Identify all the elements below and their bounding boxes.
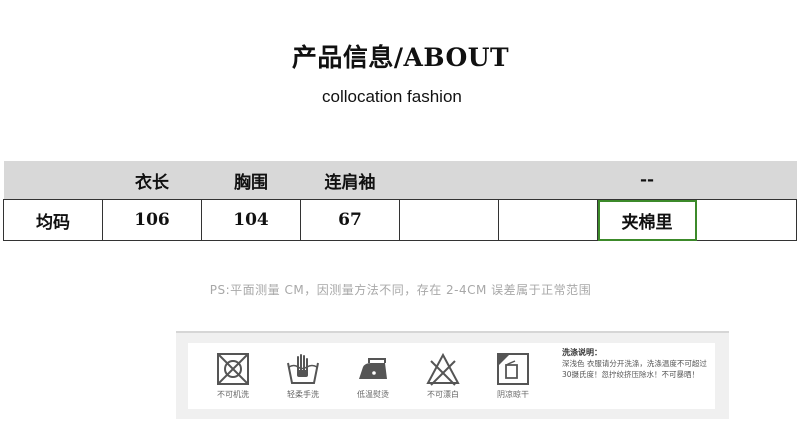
care-label: 轻柔手洗	[287, 390, 319, 399]
page-subtitle: collocation fashion	[322, 87, 462, 106]
low-temp-iron-icon	[359, 358, 387, 379]
care-item: 不可机洗	[202, 351, 264, 400]
table-cell-selected[interactable]: 夹棉里	[597, 199, 697, 241]
shade-dry-icon	[497, 353, 529, 385]
table-header-cell	[3, 161, 103, 200]
table-cell	[399, 199, 499, 241]
care-instructions-title: 洗涤说明：	[562, 348, 602, 357]
no-bleach-icon	[426, 352, 460, 386]
table-header-cell	[399, 161, 499, 200]
table-row: 均码 106 104 67 夹棉里	[3, 199, 797, 241]
table-cell: 67	[300, 199, 400, 241]
table-header-cell: 衣长	[102, 161, 202, 200]
care-instructions-body: 深浅色 衣服请分开洗涤，洗涤温度不可超过30摄氏度！忽拧绞挤压除水！不可暴晒！	[562, 359, 707, 379]
care-item: 低温熨烫	[342, 351, 404, 400]
care-panel-inner: 不可机洗 轻柔手洗 低温熨烫 不可漂白 阴凉晾干 洗涤说明： 深浅色 衣服请分开…	[188, 343, 715, 409]
table-header-row: 衣长 胸围 连肩袖 --	[3, 161, 797, 200]
table-cell	[696, 199, 797, 241]
table-header-cell: --	[597, 161, 697, 200]
gentle-hand-wash-icon	[287, 354, 319, 384]
measurement-note: PS:平面测量 CM，因测量方法不同，存在 2-4CM 误差属于正常范围	[209, 283, 592, 297]
page-title: 产品信息/ABOUT	[291, 43, 510, 72]
table-header-cell: 胸围	[201, 161, 301, 200]
table-header-cell	[696, 161, 797, 200]
care-instructions: 洗涤说明： 深浅色 衣服请分开洗涤，洗涤温度不可超过30摄氏度！忽拧绞挤压除水！…	[562, 347, 712, 380]
care-item: 阴凉晾干	[482, 351, 544, 400]
table-cell: 均码	[3, 199, 103, 241]
care-label: 阴凉晾干	[497, 390, 529, 399]
care-label: 不可漂白	[427, 390, 459, 399]
table-header-cell: 连肩袖	[300, 161, 400, 200]
care-item: 轻柔手洗	[272, 351, 334, 400]
table-header-cell	[498, 161, 598, 200]
care-label: 低温熨烫	[357, 390, 389, 399]
table-cell: 106	[102, 199, 202, 241]
table-cell: 104	[201, 199, 301, 241]
care-panel: 不可机洗 轻柔手洗 低温熨烫 不可漂白 阴凉晾干 洗涤说明： 深浅色 衣服请分开…	[176, 331, 729, 419]
no-machine-wash-icon	[217, 353, 249, 385]
care-item: 不可漂白	[412, 351, 474, 400]
table-cell	[498, 199, 598, 241]
care-label: 不可机洗	[217, 390, 249, 399]
size-table: 衣长 胸围 连肩袖 -- 均码 106 104 67 夹棉里	[3, 161, 797, 241]
